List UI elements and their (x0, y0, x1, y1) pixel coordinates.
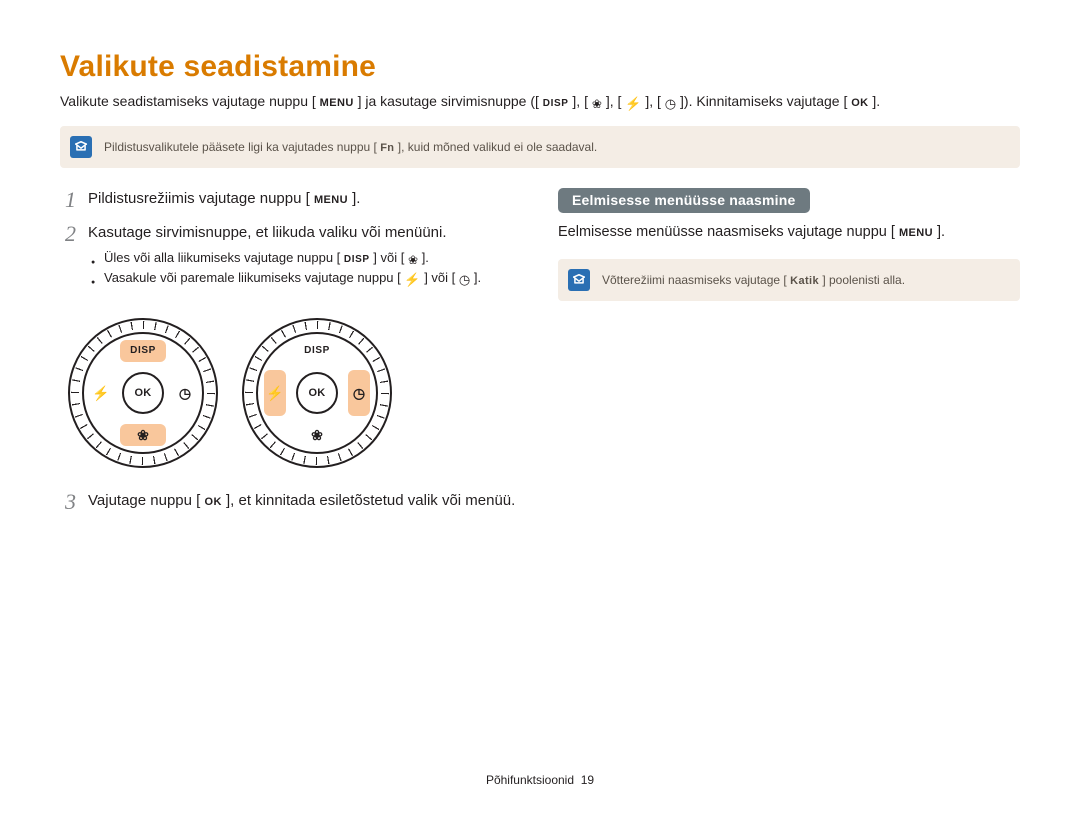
b1-post: ]. (422, 250, 429, 265)
step-body: Vajutage nuppu [ OK ], et kinnitada esil… (88, 490, 515, 514)
fn-icon: Fn (380, 143, 394, 154)
intro-text: Valikute seadistamiseks vajutage nuppu [… (60, 90, 1020, 112)
page-footer: Põhifunktsioonid 19 (0, 773, 1080, 787)
intro-part1: Valikute seadistamiseks vajutage nuppu [ (60, 93, 316, 109)
b2-pre: Vasakule või paremale liikumiseks vajuta… (104, 270, 401, 285)
intro-part6: ]). Kinnitamiseks vajutage [ (680, 93, 847, 109)
left-column: 1 Pildistusrežiimis vajutage nuppu [ MEN… (60, 188, 522, 524)
step-number: 1 (60, 188, 76, 212)
info-icon (568, 269, 590, 291)
macro-icon: ❀ (311, 428, 323, 442)
disp-icon: DISP (543, 99, 569, 109)
note-box-top: Pildistusvalikutele pääsete ligi ka vaju… (60, 126, 1020, 168)
info-icon (70, 136, 92, 158)
b2-post: ]. (474, 270, 481, 285)
dial-flash-pad: ⚡ (90, 370, 112, 416)
intro-part5: ], [ (645, 93, 661, 109)
step3-post: ], et kinnitada esiletõstetud valik või … (226, 492, 515, 509)
disp-label: DISP (130, 346, 156, 356)
dial-flash-pad: ⚡ (264, 370, 286, 416)
disp-label: DISP (304, 346, 330, 356)
intro-part2: ] ja kasutage sirvimisnuppe ([ (358, 93, 539, 109)
step-number: 2 (60, 222, 76, 302)
nav-dial-horizontal: DISP ❀ ⚡ ◷ OK (242, 318, 392, 468)
macro-icon (408, 252, 418, 266)
step1-pre: Pildistusrežiimis vajutage nuppu [ (88, 190, 310, 207)
step-3: 3 Vajutage nuppu [ OK ], et kinnitada es… (60, 490, 522, 514)
rtext-pre: Eelmisesse menüüsse naasmiseks vajutage … (558, 224, 895, 240)
ok-icon: OK (851, 98, 868, 109)
dial-timer-pad: ◷ (174, 370, 196, 416)
note1-post: ], kuid mõned valikud ei ole saadaval. (398, 140, 597, 154)
dial-disp-pad: DISP (294, 340, 340, 362)
b1-mid: ] või [ (373, 250, 404, 265)
timer-icon: ◷ (353, 386, 365, 400)
ok-icon: OK (205, 497, 222, 508)
intro-part3: ], [ (572, 93, 588, 109)
flash-icon (404, 272, 420, 286)
timer-icon (459, 272, 470, 286)
step2-text: Kasutage sirvimisnuppe, et liikuda valik… (88, 224, 447, 241)
menu-icon: MENU (320, 98, 354, 109)
dial-ok-button: OK (122, 372, 164, 414)
dial-macro-pad: ❀ (294, 424, 340, 446)
step-body: Kasutage sirvimisnuppe, et liikuda valik… (88, 222, 481, 302)
menu-icon: MENU (314, 195, 348, 206)
step-1: 1 Pildistusrežiimis vajutage nuppu [ MEN… (60, 188, 522, 212)
bullet-item: Vasakule või paremale liikumiseks vajuta… (88, 268, 481, 288)
note1-pre: Pildistusvalikutele pääsete ligi ka vaju… (104, 140, 377, 154)
timer-icon: ◷ (179, 386, 191, 400)
menu-icon: MENU (899, 228, 933, 239)
macro-icon: ❀ (137, 428, 149, 442)
intro-part7: ]. (872, 93, 880, 109)
timer-icon (665, 96, 676, 110)
flash-icon (625, 96, 641, 110)
note-box-right: Võtterežiimi naasmiseks vajutage [ Katik… (558, 259, 1020, 301)
disp-icon: DISP (344, 255, 370, 265)
step1-post: ]. (352, 190, 360, 207)
footer-page: 19 (581, 773, 594, 787)
rnote-pre: Võtterežiimi naasmiseks vajutage [ (602, 273, 787, 287)
shutter-label: Katik (790, 276, 819, 287)
step-body: Pildistusrežiimis vajutage nuppu [ MENU … (88, 188, 360, 212)
dial-ok-button: OK (296, 372, 338, 414)
step-2: 2 Kasutage sirvimisnuppe, et liikuda val… (60, 222, 522, 302)
b2-mid: ] või [ (424, 270, 455, 285)
dial-disp-pad: DISP (120, 340, 166, 362)
nav-dial-vertical: DISP ❀ ⚡ ◷ OK (68, 318, 218, 468)
footer-label: Põhifunktsioonid (486, 773, 574, 787)
subheading-bar: Eelmisesse menüüsse naasmine (558, 188, 810, 213)
b1-pre: Üles või alla liikumiseks vajutage nuppu… (104, 250, 340, 265)
flash-icon: ⚡ (266, 386, 283, 400)
note-text: Pildistusvalikutele pääsete ligi ka vaju… (104, 140, 597, 154)
dial-macro-pad: ❀ (120, 424, 166, 446)
step-number: 3 (60, 490, 76, 514)
bullet-list: Üles või alla liikumiseks vajutage nuppu… (88, 248, 481, 288)
step3-pre: Vajutage nuppu [ (88, 492, 200, 509)
note-text: Võtterežiimi naasmiseks vajutage [ Katik… (602, 273, 905, 287)
dial-row: DISP ❀ ⚡ ◷ OK DISP ❀ ⚡ ◷ OK (68, 318, 522, 468)
rtext-post: ]. (937, 224, 945, 240)
page-title: Valikute seadistamine (60, 50, 1020, 84)
right-text: Eelmisesse menüüsse naasmiseks vajutage … (558, 221, 1020, 243)
rnote-post: ] poolenisti alla. (822, 273, 905, 287)
intro-part4: ], [ (606, 93, 622, 109)
dial-timer-pad: ◷ (348, 370, 370, 416)
right-column: Eelmisesse menüüsse naasmine Eelmisesse … (558, 188, 1020, 524)
flash-icon: ⚡ (92, 386, 109, 400)
bullet-item: Üles või alla liikumiseks vajutage nuppu… (88, 248, 481, 268)
macro-icon (592, 96, 602, 110)
